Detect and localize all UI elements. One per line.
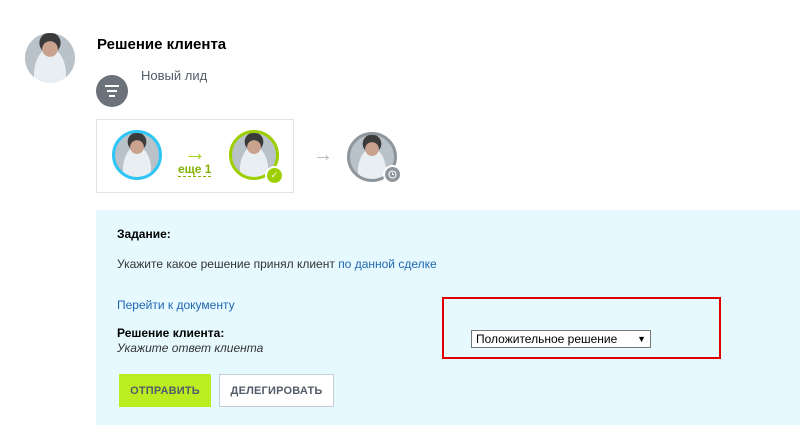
decision-select[interactable]: Положительное решение ▼ [471,330,651,348]
clock-icon [383,165,402,184]
page-title: Решение клиента [97,36,227,53]
dropdown-arrow-icon: ▼ [637,334,646,344]
document-link[interactable]: Перейти к документу [117,298,235,312]
arrow-right-icon: → [184,140,206,165]
check-icon: ✓ [265,166,284,185]
author-avatar[interactable] [25,33,75,83]
decision-label: Решение клиента: [117,326,225,340]
arrow-right-icon: → [313,144,333,166]
highlight-frame [442,297,721,359]
delegate-button[interactable]: ДЕЛЕГИРОВАТЬ [219,374,334,407]
task-description-text: Укажите какое решение принял клиент [117,257,335,271]
send-button[interactable]: ОТПРАВИТЬ [119,374,211,407]
more-participants-link[interactable]: еще 1 [178,163,212,177]
decision-select-value: Положительное решение [476,332,618,346]
stage-label: Новый лид [141,68,208,83]
flow-avatar-current[interactable] [112,130,162,180]
deal-link[interactable]: по данной сделке [338,257,436,271]
task-heading: Задание: [117,227,171,241]
decision-hint: Укажите ответ клиента [117,341,264,355]
filter-icon [96,75,128,107]
task-description: Укажите какое решение принял клиент по д… [117,257,437,271]
